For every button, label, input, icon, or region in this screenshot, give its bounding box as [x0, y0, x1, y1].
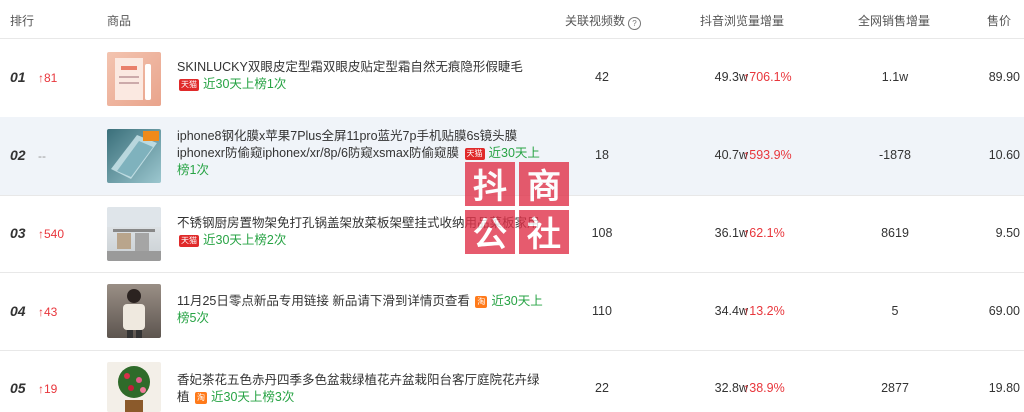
views-change: ↑38.9% [743, 381, 785, 395]
sales-increase: -1878 [879, 148, 911, 162]
price: 19.80 [988, 381, 1020, 395]
listing-count: 近30天上榜3次 [211, 390, 295, 404]
svg-text:抖: 抖 [473, 167, 507, 207]
rank-change: -- [38, 149, 46, 163]
svg-text:商: 商 [527, 167, 561, 207]
svg-text:社: 社 [527, 215, 561, 255]
product-thumbnail[interactable] [107, 207, 161, 261]
header-price[interactable]: 售价 [987, 12, 1011, 29]
product-thumbnail[interactable] [107, 362, 161, 412]
tmall-badge: 天猫 [179, 79, 199, 91]
video-count: 22 [595, 381, 609, 395]
video-count: 18 [595, 148, 609, 162]
views-increase: 49.3w [714, 70, 748, 84]
header-rank: 排行 [10, 14, 35, 28]
views-change: ↑62.1% [743, 226, 785, 240]
kitchen-rack-image [107, 207, 161, 261]
product-thumbnail[interactable] [107, 52, 161, 106]
rank-number: 05 [10, 380, 26, 396]
rank-change: ↑540 [38, 227, 65, 241]
watermark-logo: 抖 商 公 社 [465, 162, 569, 255]
product-thumbnail[interactable] [107, 284, 161, 338]
rank-number: 02 [10, 147, 26, 163]
table-row[interactable]: 04 ↑43 11月25日零点新品专用链接 新品请下滑到详情页查看 淘近30天上… [0, 272, 1024, 351]
video-count: 108 [591, 226, 613, 240]
product-thumbnail[interactable] [107, 129, 161, 183]
table-header: 排行 商品 关联视频数? 抖音浏览量增量 全网销售增量 售价 [0, 0, 1024, 39]
cosmetic-product-image [115, 58, 151, 100]
sales-increase: 8619 [881, 226, 909, 240]
listing-count: 近30天上榜1次 [203, 77, 287, 91]
flower-plant-image [118, 366, 150, 412]
taobao-badge: 淘 [195, 392, 207, 404]
tmall-badge: 天猫 [464, 148, 485, 160]
views-change: ↑706.1% [743, 70, 792, 84]
rank-change: ↑19 [38, 382, 58, 396]
svg-text:公: 公 [473, 215, 507, 255]
views-change: ↑593.9% [743, 148, 792, 162]
views-change: ↑13.2% [743, 304, 785, 318]
taobao-badge: 淘 [475, 296, 488, 308]
price: 9.50 [995, 226, 1020, 240]
price: 89.90 [988, 70, 1020, 84]
fashion-model-image [123, 289, 145, 338]
video-count: 42 [595, 70, 609, 84]
rank-change: ↑43 [38, 305, 58, 319]
table-row[interactable]: 01 ↑81 SKINLUCKY双眼皮定型霜双眼皮贴定型霜自然无痕隐形假睫毛 天… [0, 39, 1024, 118]
rank-number: 04 [10, 303, 26, 319]
screen-protector-image [111, 131, 159, 179]
ranking-table: 排行 商品 关联视频数? 抖音浏览量增量 全网销售增量 售价 01 ↑81 SK… [0, 0, 1024, 412]
tmall-badge: 天猫 [179, 235, 199, 247]
sales-increase: 2877 [881, 381, 909, 395]
views-increase: 34.4w [714, 304, 748, 318]
price: 10.60 [988, 148, 1020, 162]
product-title-block: 香妃茶花五色赤丹四季多色盆栽绿植花卉盆栽阳台客厅庭院花卉绿植 淘近30天上榜3次 [177, 372, 547, 406]
rank-number: 03 [10, 225, 26, 241]
question-circle-icon[interactable]: ? [628, 17, 642, 30]
header-views[interactable]: 抖音浏览量增量 [700, 12, 784, 29]
header-sales[interactable]: 全网销售增量 [858, 12, 930, 29]
table-row[interactable]: 05 ↑19 香妃茶花五色赤丹四季多色盆栽绿植花卉盆栽阳台客厅庭院花卉绿植 淘近… [0, 350, 1024, 412]
views-increase: 32.8w [714, 381, 748, 395]
rank-change: ↑81 [38, 71, 58, 85]
views-increase: 36.1w [714, 226, 748, 240]
header-videos-label: 关联视频数 [565, 14, 626, 28]
views-increase: 40.7w [714, 148, 748, 162]
sales-increase: 5 [891, 304, 899, 318]
product-title[interactable]: 11月25日零点新品专用链接 新品请下滑到详情页查看 [177, 294, 470, 308]
product-title-block: SKINLUCKY双眼皮定型霜双眼皮贴定型霜自然无痕隐形假睫毛 天猫 近30天上榜… [177, 59, 547, 93]
listing-count: 近30天上榜2次 [203, 233, 287, 247]
sales-increase: 1.1w [881, 70, 909, 84]
header-videos[interactable]: 关联视频数? [565, 12, 642, 30]
price: 69.00 [988, 304, 1020, 318]
product-title[interactable]: SKINLUCKY双眼皮定型霜双眼皮贴定型霜自然无痕隐形假睫毛 [177, 60, 523, 74]
video-count: 110 [592, 304, 612, 318]
header-product: 商品 [107, 14, 132, 28]
product-title-block: 11月25日零点新品专用链接 新品请下滑到详情页查看 淘近30天上榜5次 [177, 293, 547, 327]
rank-number: 01 [10, 69, 26, 85]
